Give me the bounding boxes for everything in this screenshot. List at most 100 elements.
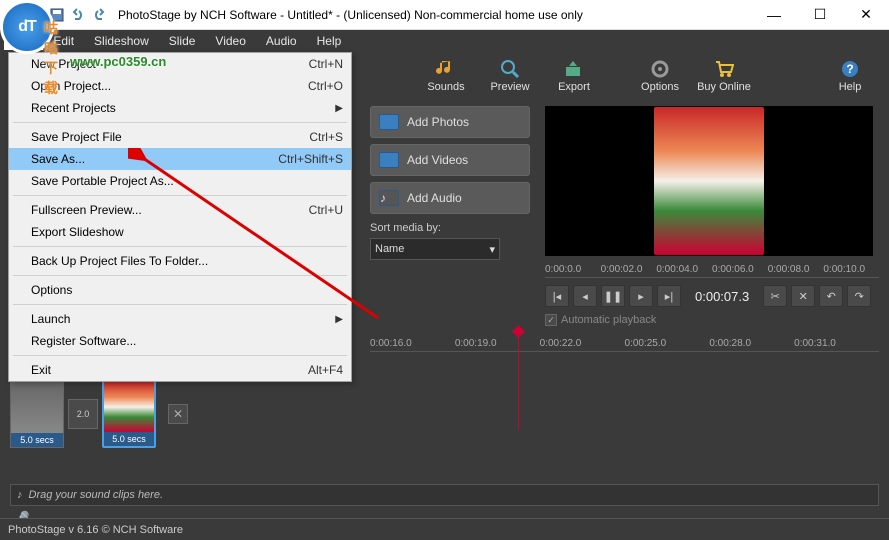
toolbar-buy-online[interactable]: Buy Online bbox=[693, 55, 755, 97]
ruler-tick: 0:00:28.0 bbox=[709, 338, 794, 349]
toolbar-options-label: Options bbox=[641, 81, 679, 93]
toolbar-sounds[interactable]: Sounds bbox=[415, 55, 477, 97]
music-note-icon bbox=[436, 59, 456, 79]
sound-track[interactable]: ♪ Drag your sound clips here. bbox=[10, 484, 879, 506]
menu-export-slideshow[interactable]: Export Slideshow bbox=[9, 221, 351, 243]
menu-recent-projects[interactable]: Recent Projects▶ bbox=[9, 97, 351, 119]
playhead[interactable] bbox=[518, 332, 519, 430]
auto-playback-row: ✓ Automatic playback bbox=[545, 310, 879, 330]
close-button[interactable]: ✕ bbox=[843, 0, 889, 30]
menu-slide[interactable]: Slide bbox=[159, 32, 206, 50]
title-bar: PhotoStage by NCH Software - Untitled* -… bbox=[0, 0, 889, 30]
qa-new-icon[interactable] bbox=[6, 6, 24, 24]
menu-sep bbox=[13, 275, 347, 276]
clip-2[interactable]: 5.0 secs bbox=[102, 380, 156, 448]
menu-options[interactable]: Options bbox=[9, 279, 351, 301]
menu-sep bbox=[13, 195, 347, 196]
menu-file[interactable]: File bbox=[4, 32, 43, 50]
preview-image bbox=[654, 107, 764, 255]
sort-select[interactable]: Name▾ bbox=[370, 238, 500, 260]
sort-label: Sort media by: bbox=[370, 222, 530, 234]
timecode: 0:00:07.3 bbox=[685, 289, 759, 304]
go-start-button[interactable]: |◂ bbox=[545, 285, 569, 307]
clip-thumb bbox=[104, 382, 154, 432]
menu-video[interactable]: Video bbox=[205, 32, 255, 50]
gear-icon bbox=[650, 59, 670, 79]
media-panel: Add Photos Add Videos ♪Add Audio Sort me… bbox=[370, 106, 530, 260]
menu-open-project[interactable]: Open Project...Ctrl+O bbox=[9, 75, 351, 97]
clip-duration: 5.0 secs bbox=[11, 433, 63, 447]
cut-button[interactable]: ✂ bbox=[763, 285, 787, 307]
preview-ruler[interactable]: 0:00:0.0 0:00:02.0 0:00:04.0 0:00:06.0 0… bbox=[545, 260, 879, 278]
add-audio-label: Add Audio bbox=[407, 191, 462, 205]
video-icon bbox=[379, 152, 399, 168]
menu-slideshow[interactable]: Slideshow bbox=[84, 32, 159, 50]
magnifier-icon bbox=[500, 59, 520, 79]
menu-launch[interactable]: Launch▶ bbox=[9, 308, 351, 330]
pause-button[interactable]: ❚❚ bbox=[601, 285, 625, 307]
qa-save-icon[interactable] bbox=[48, 6, 66, 24]
menu-sep bbox=[13, 355, 347, 356]
add-photos-button[interactable]: Add Photos bbox=[370, 106, 530, 138]
menu-save-project[interactable]: Save Project FileCtrl+S bbox=[9, 126, 351, 148]
next-button[interactable]: ▸ bbox=[629, 285, 653, 307]
add-audio-button[interactable]: ♪Add Audio bbox=[370, 182, 530, 214]
remove-clip-button[interactable]: ✕ bbox=[168, 404, 188, 424]
ruler-tick: 0:00:31.0 bbox=[794, 338, 879, 349]
toolbar-help-label: Help bbox=[839, 81, 862, 93]
menu-exit[interactable]: ExitAlt+F4 bbox=[9, 359, 351, 381]
ruler-tick: 0:00:19.0 bbox=[455, 338, 540, 349]
add-videos-button[interactable]: Add Videos bbox=[370, 144, 530, 176]
add-videos-label: Add Videos bbox=[407, 153, 468, 167]
sort-value: Name bbox=[375, 243, 404, 255]
toolbar-help[interactable]: ? Help bbox=[819, 55, 881, 97]
menu-save-as[interactable]: Save As...Ctrl+Shift+S bbox=[9, 148, 351, 170]
ruler-tick: 0:00:22.0 bbox=[540, 338, 625, 349]
menu-save-portable[interactable]: Save Portable Project As... bbox=[9, 170, 351, 192]
toolbar-preview[interactable]: Preview bbox=[479, 55, 541, 97]
transition[interactable]: 2.0 bbox=[68, 399, 98, 429]
maximize-button[interactable]: ☐ bbox=[797, 0, 843, 30]
ruler-tick: 0:00:25.0 bbox=[624, 338, 709, 349]
qa-redo-icon[interactable] bbox=[90, 6, 108, 24]
timeline-ruler[interactable]: 0:00:16.0 0:00:19.0 0:00:22.0 0:00:25.0 … bbox=[370, 334, 879, 352]
clip-1[interactable]: 5.0 secs bbox=[10, 380, 64, 448]
qa-open-icon[interactable] bbox=[27, 6, 45, 24]
auto-playback-checkbox[interactable]: ✓ bbox=[545, 314, 557, 326]
menu-bar: File Edit Slideshow Slide Video Audio He… bbox=[0, 30, 889, 52]
menu-backup[interactable]: Back Up Project Files To Folder... bbox=[9, 250, 351, 272]
menu-help[interactable]: Help bbox=[307, 32, 352, 50]
toolbar-export[interactable]: Export bbox=[543, 55, 605, 97]
file-menu: New ProjectCtrl+N Open Project...Ctrl+O … bbox=[8, 52, 352, 382]
sound-hint: Drag your sound clips here. bbox=[29, 489, 164, 501]
undo-button[interactable]: ↶ bbox=[819, 285, 843, 307]
menu-new-project[interactable]: New ProjectCtrl+N bbox=[9, 53, 351, 75]
add-photos-label: Add Photos bbox=[407, 115, 469, 129]
preview-panel: 0:00:0.0 0:00:02.0 0:00:04.0 0:00:06.0 0… bbox=[545, 106, 879, 330]
clip-track: 5.0 secs 2.0 5.0 secs ✕ bbox=[10, 376, 188, 452]
auto-playback-label: Automatic playback bbox=[561, 314, 656, 326]
menu-edit[interactable]: Edit bbox=[43, 32, 84, 50]
menu-audio[interactable]: Audio bbox=[256, 32, 307, 50]
svg-text:?: ? bbox=[846, 62, 853, 76]
chevron-right-icon: ▶ bbox=[335, 314, 343, 325]
preview-canvas bbox=[545, 106, 873, 256]
menu-fullscreen-preview[interactable]: Fullscreen Preview...Ctrl+U bbox=[9, 199, 351, 221]
clip-thumb bbox=[11, 381, 63, 433]
preview-controls: |◂ ◂ ❚❚ ▸ ▸| 0:00:07.3 ✂ ✕ ↶ ↷ bbox=[545, 282, 879, 310]
delete-button[interactable]: ✕ bbox=[791, 285, 815, 307]
minimize-button[interactable]: — bbox=[751, 0, 797, 30]
menu-sep bbox=[13, 122, 347, 123]
qa-undo-icon[interactable] bbox=[69, 6, 87, 24]
status-bar: PhotoStage v 6.16 © NCH Software bbox=[0, 518, 889, 540]
toolbar-buyonline-label: Buy Online bbox=[697, 81, 751, 93]
prev-button[interactable]: ◂ bbox=[573, 285, 597, 307]
go-end-button[interactable]: ▸| bbox=[657, 285, 681, 307]
menu-sep bbox=[13, 304, 347, 305]
menu-register[interactable]: Register Software... bbox=[9, 330, 351, 352]
toolbar-options[interactable]: Options bbox=[629, 55, 691, 97]
toolbar-preview-label: Preview bbox=[490, 81, 529, 93]
ruler-tick: 0:00:10.0 bbox=[823, 264, 879, 275]
redo-button[interactable]: ↷ bbox=[847, 285, 871, 307]
status-text: PhotoStage v 6.16 © NCH Software bbox=[8, 524, 183, 536]
